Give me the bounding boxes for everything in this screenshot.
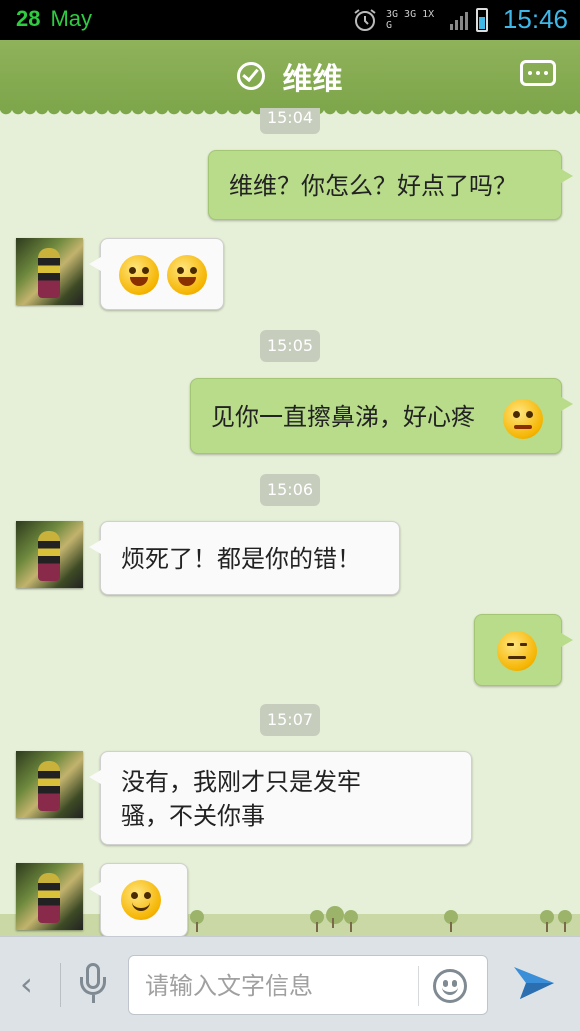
avatar[interactable] [16, 863, 83, 930]
sent-message[interactable]: 维维？你怎么？好点了吗？ [208, 150, 573, 220]
timestamp: 15:07 [260, 704, 320, 736]
microphone-icon[interactable] [80, 963, 108, 1007]
message-text: 骚，不关你事 [121, 802, 265, 830]
chat-header: 维维 [0, 40, 580, 116]
sent-message[interactable] [474, 614, 573, 686]
tree-decoration [190, 910, 204, 932]
received-message[interactable] [89, 238, 224, 310]
message-text: 烦死了！都是你的错！ [121, 545, 361, 573]
avatar[interactable] [16, 238, 83, 305]
received-message[interactable] [89, 863, 188, 936]
timestamp: 15:06 [260, 474, 320, 506]
alarm-icon [354, 9, 376, 31]
received-message[interactable]: 烦死了！都是你的错！ [89, 521, 400, 595]
tree-decoration [344, 910, 358, 932]
tree-decoration [540, 910, 554, 932]
speechless-emoji [497, 631, 537, 671]
message-text: 维维？你怎么？好点了吗？ [229, 172, 517, 200]
timestamp: 15:05 [260, 330, 320, 362]
tree-decoration [326, 906, 344, 928]
sent-message[interactable]: 见你一直擦鼻涕，好心疼 [190, 378, 573, 454]
divider [418, 966, 419, 1006]
date-month: May [50, 6, 93, 31]
network-indicator: 3G 3G 1X G [386, 9, 435, 31]
battery-icon [476, 8, 488, 32]
message-input[interactable] [143, 964, 417, 1008]
received-message[interactable]: 没有，我刚才只是发牢 骚，不关你事 [89, 751, 472, 845]
status-icons: 3G 3G 1X G [352, 6, 488, 34]
message-input-field[interactable] [128, 955, 488, 1015]
more-menu-icon [528, 71, 532, 75]
date-day: 28 [16, 6, 41, 31]
laugh-emoji [119, 255, 207, 295]
smile-emoji [121, 880, 161, 920]
more-menu-button[interactable] [520, 60, 556, 86]
tree-decoration [310, 910, 324, 932]
contact-name: 维维 [282, 62, 343, 97]
landscape-decoration [0, 896, 580, 936]
chevron-left-icon[interactable]: ‹ [20, 965, 33, 1003]
message-text: 见你一直擦鼻涕，好心疼 [211, 403, 475, 431]
status-date: 28 May [16, 6, 92, 32]
avatar[interactable] [16, 751, 83, 818]
message-list[interactable]: 15:04 维维？你怎么？好点了吗？ 15:05 见你一直擦鼻涕，好心疼 15:… [0, 108, 580, 936]
input-bar: ‹ [0, 936, 580, 1031]
send-icon[interactable] [512, 963, 556, 1003]
tree-decoration [558, 910, 572, 932]
divider [60, 963, 61, 1007]
status-time: 15:46 [502, 4, 568, 34]
check-circle-icon [237, 62, 266, 90]
teary-emoji [503, 399, 543, 439]
status-bar: 28 May 3G 3G 1X G 15:46 [0, 0, 580, 40]
timestamp: 15:04 [260, 108, 320, 134]
tree-decoration [444, 910, 458, 932]
smiley-icon[interactable] [433, 969, 467, 1003]
message-text: 没有，我刚才只是发牢 [121, 768, 361, 796]
avatar[interactable] [16, 521, 83, 588]
signal-icon [450, 10, 468, 30]
